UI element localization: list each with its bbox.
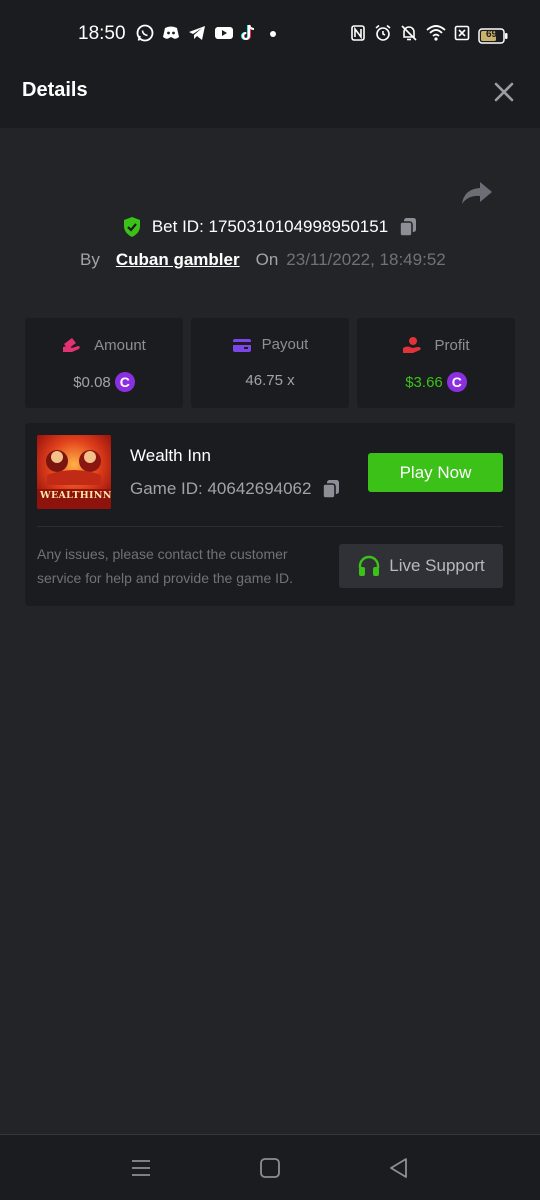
bet-meta: By Cuban gambler On 23/11/2022, 18:49:52	[80, 250, 446, 270]
header: Details	[0, 56, 540, 128]
game-name: Wealth Inn	[130, 446, 211, 465]
profit-card: Profit $3.66 C	[357, 318, 515, 408]
notification-icons	[136, 24, 280, 42]
alarm-icon	[374, 24, 392, 47]
page-title: Details	[22, 79, 88, 101]
amount-icon	[62, 336, 84, 354]
close-icon[interactable]	[492, 80, 516, 104]
profit-label: Profit	[434, 336, 470, 354]
by-label: By	[80, 250, 100, 269]
status-bar: 18:50 69	[0, 0, 540, 56]
payout-label: Payout	[261, 336, 309, 353]
wifi-icon	[426, 24, 446, 47]
battery-level: 69	[486, 28, 498, 40]
bet-id: Bet ID: 1750310104998950151	[151, 217, 389, 236]
profit-value: $3.66	[405, 373, 443, 391]
game-id-row: Game ID: 40642694062	[130, 478, 341, 500]
bet-date: 23/11/2022, 18:49:52	[286, 250, 446, 269]
menu-icon[interactable]	[128, 1155, 154, 1181]
copy-icon[interactable]	[398, 216, 418, 238]
battery-icon: 69	[478, 27, 508, 44]
home-icon[interactable]	[257, 1155, 283, 1181]
game-card: WEALTHINN Wealth Inn Game ID: 4064269406…	[25, 423, 515, 606]
support-note: Any issues, please contact the customer …	[37, 546, 294, 586]
headset-icon	[357, 554, 381, 578]
username-link[interactable]: Cuban gambler	[116, 250, 240, 270]
discord-icon	[162, 24, 180, 42]
profit-icon	[402, 336, 424, 354]
nfc-icon	[350, 24, 366, 47]
copy-icon[interactable]	[321, 478, 341, 500]
share-icon[interactable]	[460, 178, 494, 208]
back-icon[interactable]	[386, 1155, 412, 1181]
live-support-button[interactable]: Live Support	[339, 544, 503, 588]
game-id: Game ID: 40642694062	[130, 479, 312, 498]
payout-card: Payout 46.75 x	[191, 318, 349, 408]
whatsapp-icon	[136, 24, 154, 42]
bet-id-row: Bet ID: 1750310104998950151	[0, 216, 540, 238]
bell-off-icon	[400, 24, 418, 47]
tiktok-icon	[240, 24, 258, 42]
amount-card: Amount $0.08 C	[25, 318, 183, 408]
status-time: 18:50	[78, 23, 126, 44]
play-now-button[interactable]: Play Now	[368, 453, 503, 492]
coin-icon: C	[446, 372, 467, 392]
game-logo-text: WEALTHINN	[40, 490, 111, 501]
game-thumbnail[interactable]: WEALTHINN	[37, 435, 111, 509]
payout-value: 46.75 x	[245, 372, 295, 389]
on-label: On	[255, 250, 279, 269]
sim-off-icon	[454, 24, 470, 47]
wallet-icon	[232, 337, 252, 353]
system-icons: 69	[350, 24, 508, 47]
youtube-icon	[214, 24, 233, 42]
telegram-icon	[188, 24, 206, 42]
divider	[37, 526, 503, 527]
coin-icon: C	[114, 372, 135, 392]
amount-value: $0.08	[73, 373, 111, 391]
dot-icon	[266, 24, 280, 42]
shield-check-icon	[122, 216, 142, 238]
system-nav-bar	[0, 1134, 540, 1200]
live-support-label: Live Support	[389, 556, 485, 575]
amount-label: Amount	[94, 336, 146, 354]
